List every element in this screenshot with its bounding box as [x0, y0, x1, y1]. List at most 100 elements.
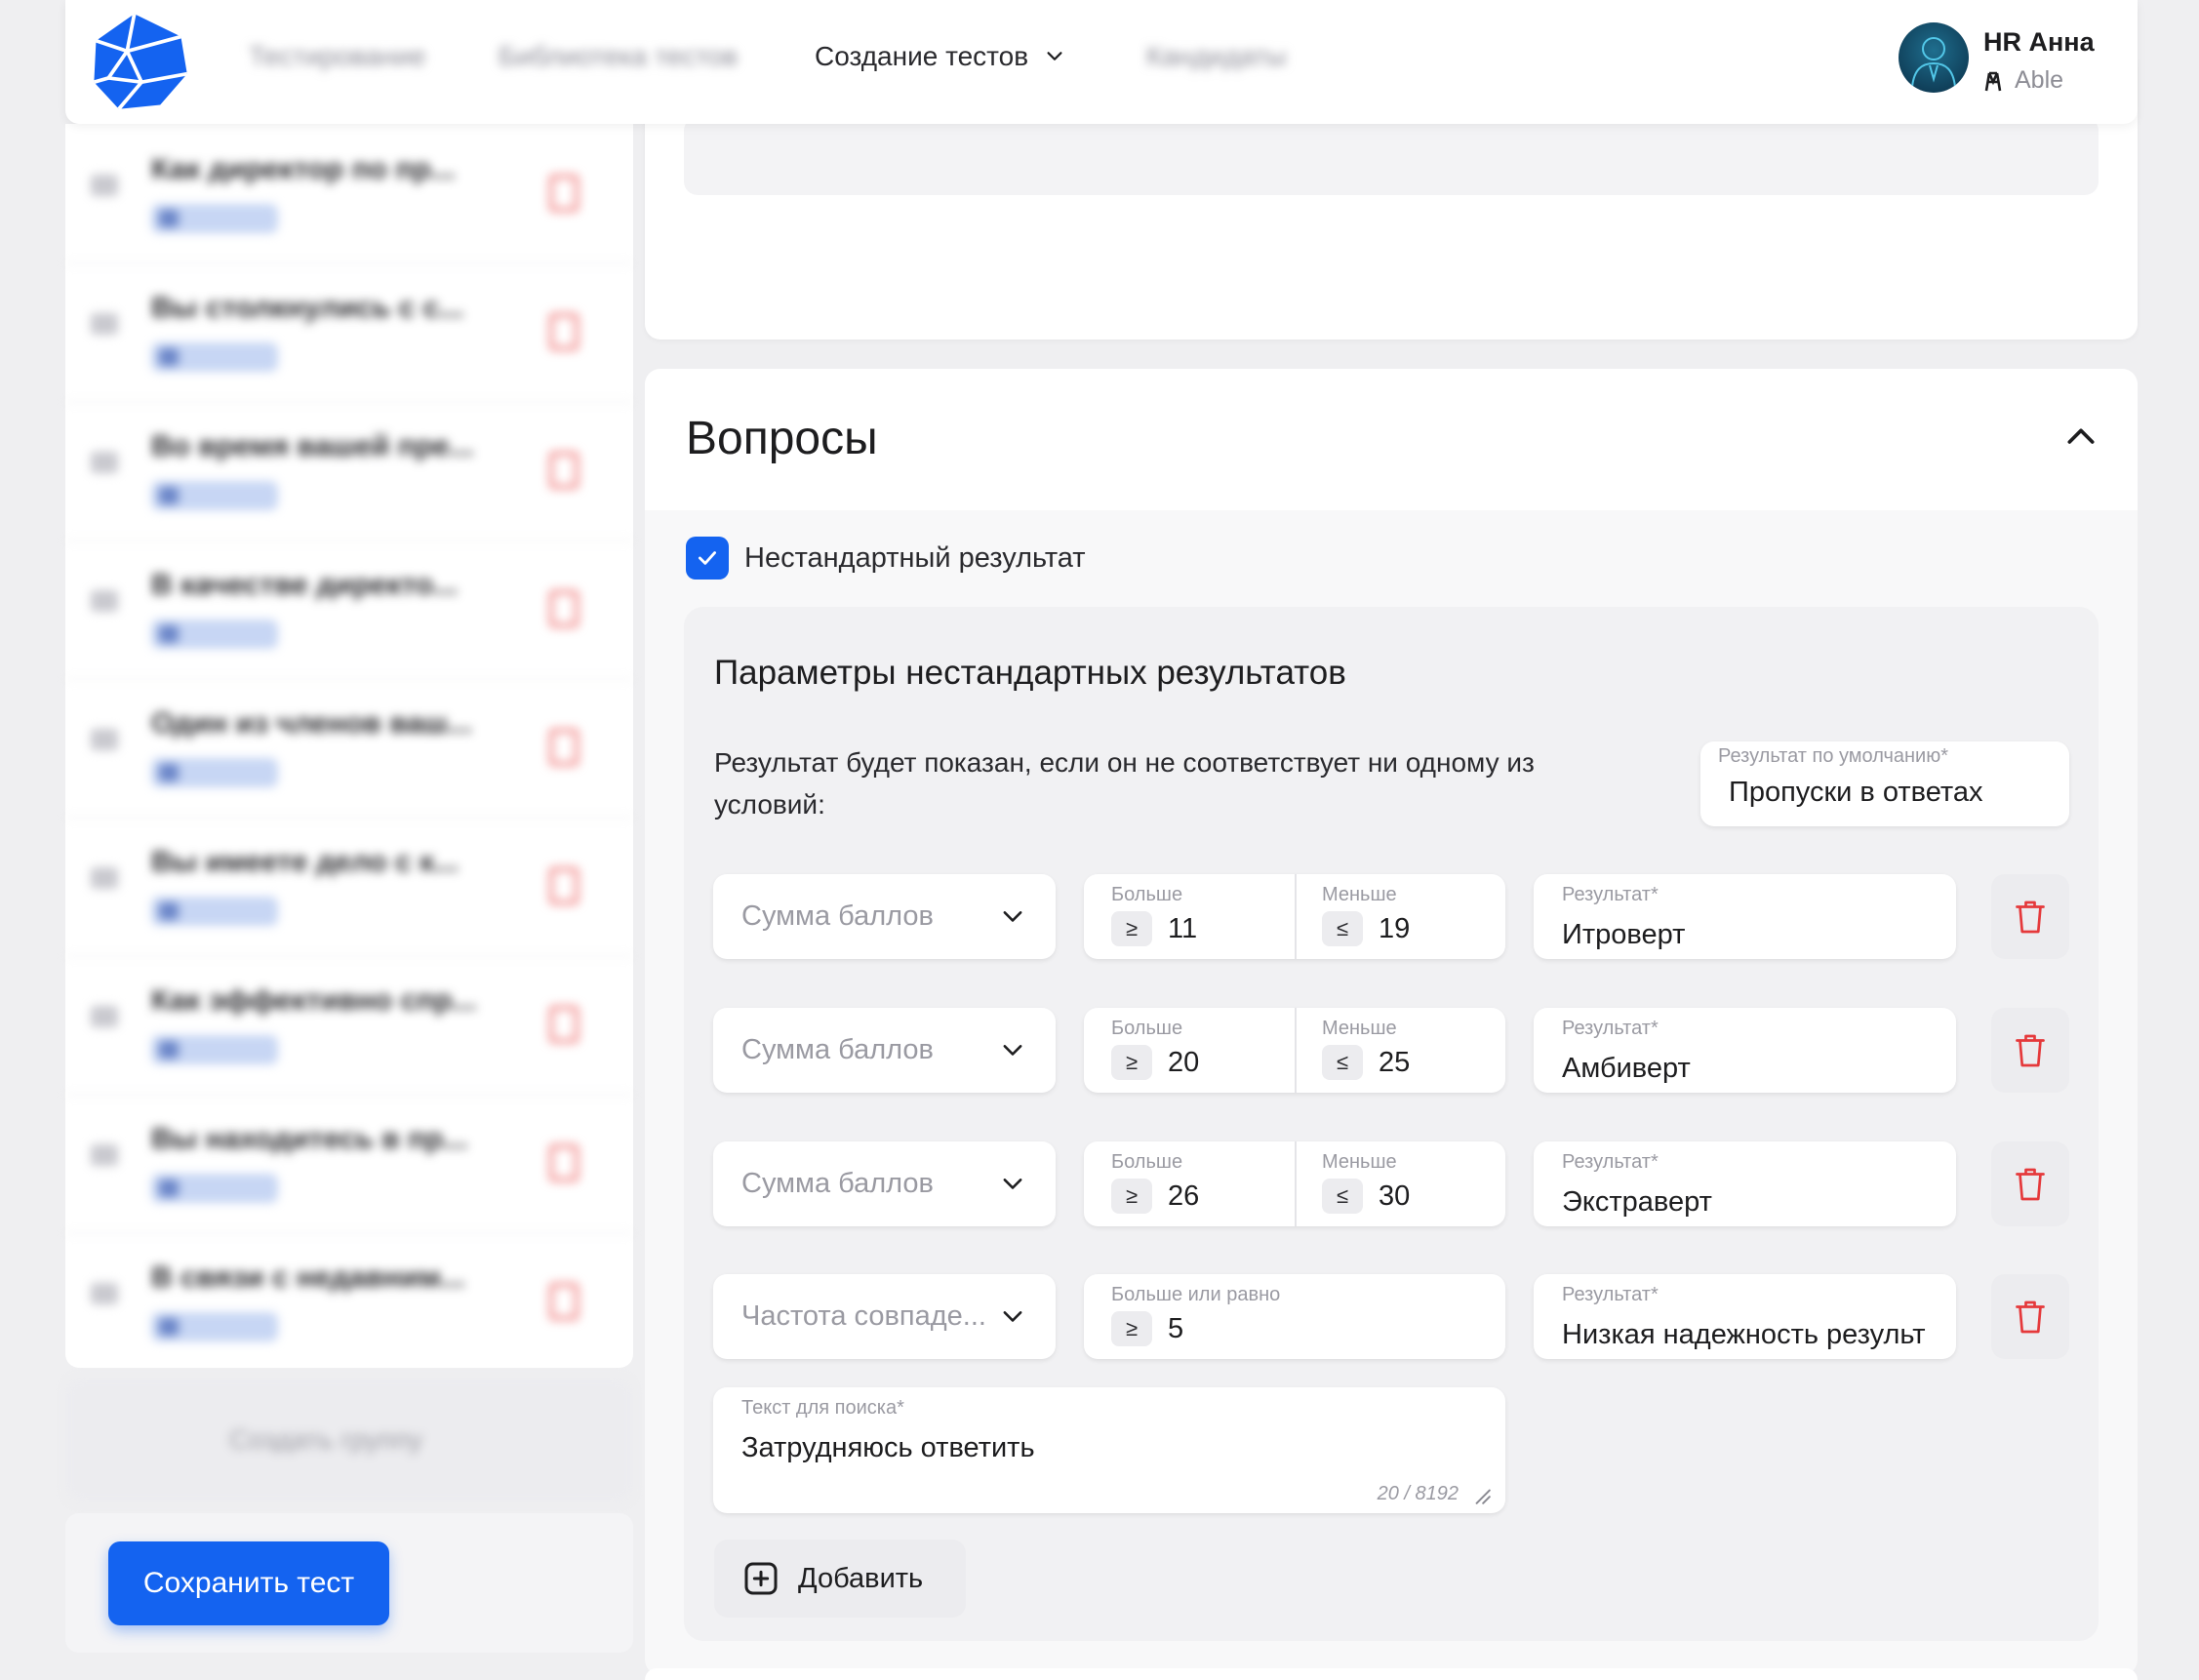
list-item[interactable]: Как директор по пр...: [65, 124, 633, 264]
condition-type-select[interactable]: Сумма баллов: [713, 1008, 1056, 1093]
list-item[interactable]: В связи с недавним...: [65, 1232, 633, 1371]
trash-icon[interactable]: [549, 1283, 579, 1320]
min-label: Больше: [1111, 1151, 1183, 1173]
condition-type-value: Сумма баллов: [741, 1034, 934, 1065]
max-input[interactable]: Меньше ≤ 30: [1295, 1141, 1505, 1226]
nav-candidates[interactable]: Кандидаты: [1146, 41, 1287, 72]
trash-icon[interactable]: [549, 729, 579, 766]
min-input[interactable]: Больше ≥ 11: [1084, 874, 1295, 959]
list-item[interactable]: Во время вашей пре...: [65, 401, 633, 541]
result-value: Итроверт: [1562, 919, 1686, 950]
min-label: Больше: [1111, 1018, 1183, 1039]
trash-icon[interactable]: [549, 590, 579, 627]
list-item[interactable]: Вы имеете дело с к...: [65, 817, 633, 957]
list-item[interactable]: Вы столкнулись с с...: [65, 262, 633, 403]
max-input[interactable]: Меньше ≤ 19: [1295, 874, 1505, 959]
drag-handle[interactable]: [91, 1144, 118, 1166]
nav-test-creation-label: Создание тестов: [815, 41, 1029, 71]
condition-type-select[interactable]: Сумма баллов: [713, 874, 1056, 959]
search-text-field[interactable]: Текст для поиска* Затрудняюсь ответить 2…: [713, 1387, 1505, 1513]
add-label: Добавить: [798, 1562, 924, 1594]
default-result-value: Пропуски в ответах: [1729, 777, 1983, 808]
result-field[interactable]: Результат* Низкая надежность результ: [1534, 1274, 1956, 1359]
gte-input[interactable]: Больше или равно ≥ 5: [1084, 1274, 1505, 1359]
checkbox[interactable]: [686, 537, 729, 580]
result-field[interactable]: Результат* Амбиверт: [1534, 1008, 1956, 1093]
drag-handle[interactable]: [91, 175, 118, 196]
trash-icon[interactable]: [549, 313, 579, 350]
avatar[interactable]: [1899, 22, 1969, 93]
default-result-field[interactable]: Результат по умолчанию* Пропуски в ответ…: [1700, 741, 2069, 826]
list-item[interactable]: Один из членов ваш...: [65, 678, 633, 819]
params-title: Параметры нестандартных результатов: [714, 654, 1346, 692]
trash-icon[interactable]: [549, 1006, 579, 1043]
user-org-name: Able: [2015, 66, 2064, 94]
trash-icon[interactable]: [549, 867, 579, 904]
delete-rule-button[interactable]: [1991, 1141, 2069, 1226]
search-text-label: Текст для поиска*: [741, 1397, 904, 1419]
drag-handle[interactable]: [91, 452, 118, 473]
question-type-badge: [151, 481, 278, 510]
user-silhouette-icon: [1911, 37, 1956, 88]
chevron-up-icon[interactable]: [2061, 418, 2100, 457]
max-value: 19: [1379, 913, 1411, 944]
nav-test-library[interactable]: Библиотека тестов: [499, 41, 738, 72]
check-icon: [699, 551, 716, 565]
char-counter: 20 / 8192: [1377, 1483, 1459, 1504]
range-field: Больше ≥ 11 Меньше ≤ 19: [1084, 874, 1505, 959]
result-value: Низкая надежность результ: [1562, 1319, 1926, 1350]
trash-icon[interactable]: [549, 175, 579, 212]
condition-type-select[interactable]: Частота совпаде...: [713, 1274, 1056, 1359]
section-title: Вопросы: [686, 413, 878, 464]
max-value: 25: [1379, 1047, 1411, 1078]
question-title: В качестве директо...: [151, 569, 459, 601]
drag-handle[interactable]: [91, 590, 118, 612]
min-input[interactable]: Больше ≥ 20: [1084, 1008, 1295, 1093]
drag-handle[interactable]: [91, 867, 118, 889]
nav-testing[interactable]: Тестирование: [249, 41, 426, 72]
list-item[interactable]: Вы находитесь в пр...: [65, 1094, 633, 1234]
min-input[interactable]: Больше ≥ 26: [1084, 1141, 1295, 1226]
condition-type-select[interactable]: Сумма баллов: [713, 1141, 1056, 1226]
max-input[interactable]: Меньше ≤ 25: [1295, 1008, 1505, 1093]
delete-rule-button[interactable]: [1991, 874, 2069, 959]
question-type-badge: [151, 897, 278, 926]
question-type-badge: [151, 1312, 278, 1341]
result-field[interactable]: Результат* Итроверт: [1534, 874, 1956, 959]
max-value: 30: [1379, 1180, 1411, 1212]
drag-handle[interactable]: [91, 1283, 118, 1304]
save-test-button[interactable]: Сохранить тест: [108, 1541, 389, 1625]
app-logo[interactable]: [88, 10, 191, 113]
resize-handle-icon[interactable]: [1470, 1484, 1492, 1505]
create-group-label: Создать группу: [229, 1424, 422, 1455]
user-name: HR Анна: [1983, 27, 2095, 57]
list-item[interactable]: В качестве директо...: [65, 540, 633, 680]
nav-test-creation[interactable]: Создание тестов: [815, 41, 1065, 72]
text-field[interactable]: [684, 117, 2099, 195]
trash-icon[interactable]: [549, 452, 579, 489]
trash-icon[interactable]: [549, 1144, 579, 1181]
drag-handle[interactable]: [91, 313, 118, 335]
gte-sign: ≥: [1111, 1179, 1152, 1214]
default-result-label: Результат по умолчанию*: [1718, 745, 1949, 767]
result-field[interactable]: Результат* Экстраверт: [1534, 1141, 1956, 1226]
result-label: Результат*: [1562, 1151, 1659, 1173]
result-label: Результат*: [1562, 1018, 1659, 1039]
chevron-down-icon: [1003, 1311, 1022, 1322]
delete-rule-button[interactable]: [1991, 1274, 2069, 1359]
gte-value: 5: [1168, 1313, 1184, 1344]
gte-label: Больше или равно: [1111, 1284, 1281, 1305]
trash-icon: [2016, 1034, 2045, 1066]
list-item[interactable]: Как эффективно спр...: [65, 955, 633, 1096]
drag-handle[interactable]: [91, 729, 118, 750]
custom-result-checkbox[interactable]: Нестандартный результат: [686, 537, 1086, 580]
questions-section: Вопросы Нестандартный результат Параметр…: [645, 369, 2138, 1675]
drag-handle[interactable]: [91, 1006, 118, 1027]
delete-rule-button[interactable]: [1991, 1008, 2069, 1093]
top-navbar: Тестирование Библиотека тестов Создание …: [65, 0, 2138, 124]
question-title: Вы находитесь в пр...: [151, 1123, 468, 1155]
gte-sign: ≥: [1111, 911, 1152, 946]
max-label: Меньше: [1322, 1151, 1397, 1173]
add-rule-button[interactable]: Добавить: [714, 1540, 966, 1618]
create-group-button[interactable]: Создать группу: [65, 1378, 633, 1502]
